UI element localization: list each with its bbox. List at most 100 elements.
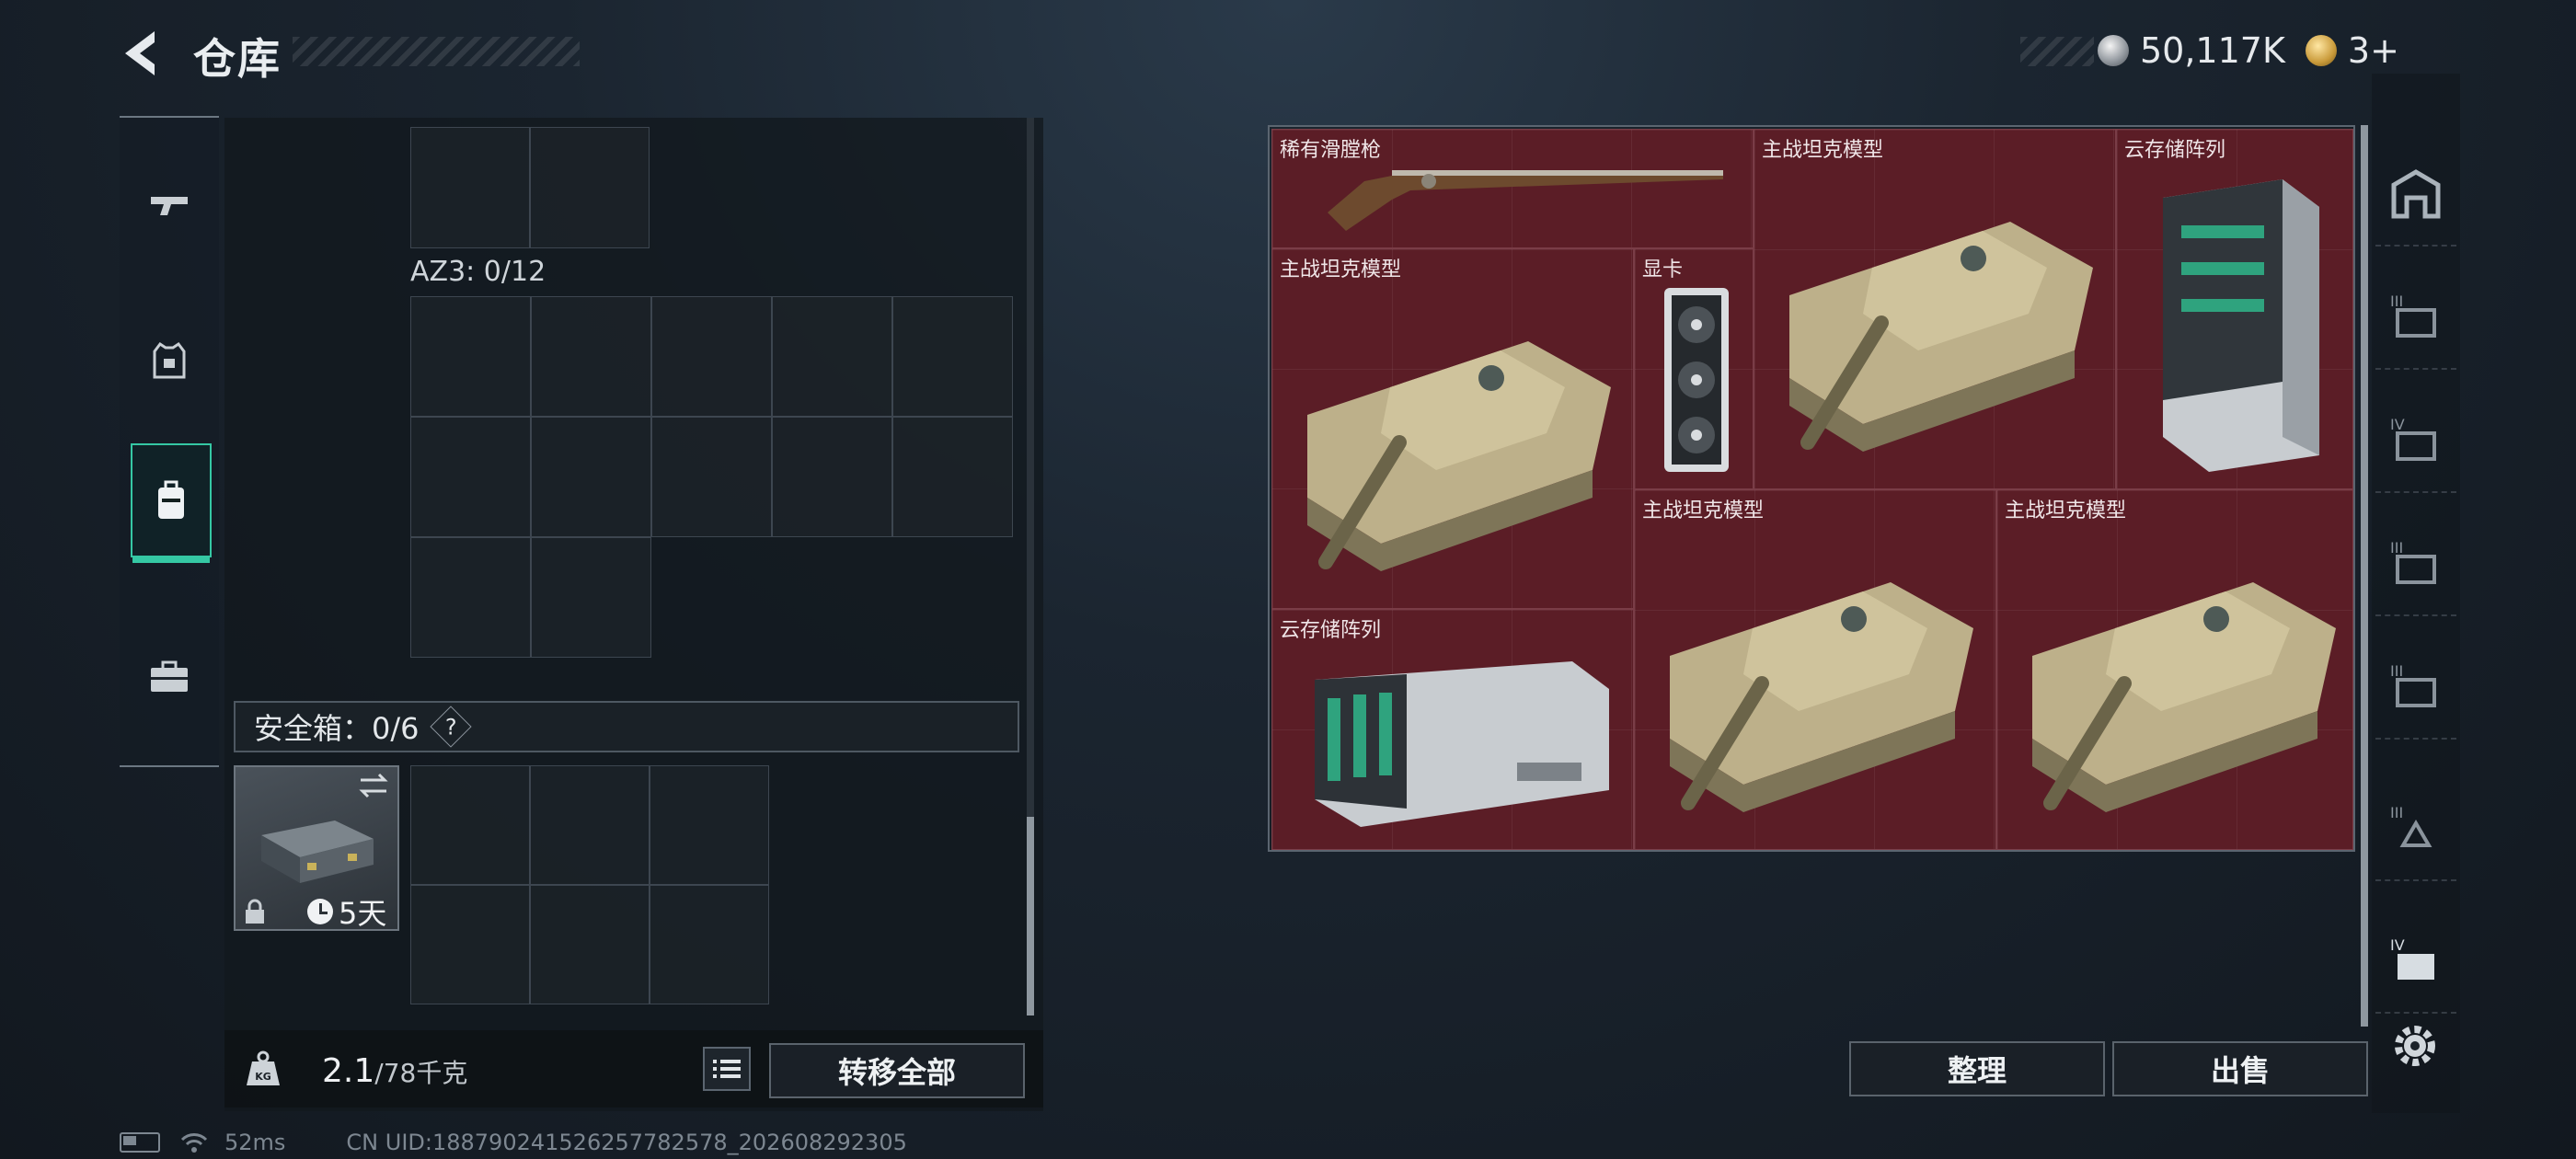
tab-backpack[interactable] (131, 443, 212, 557)
grid-cell[interactable] (772, 417, 892, 537)
tab-weapons[interactable] (131, 149, 208, 259)
stash-tab-home[interactable] (2375, 143, 2456, 247)
stash-item[interactable]: 云存储阵列 (2116, 129, 2353, 489)
grid-cell[interactable] (531, 537, 651, 658)
svg-text:III: III (2390, 539, 2403, 557)
storage-array-icon (2163, 179, 2319, 472)
item-label: 显卡 (1642, 258, 1684, 281)
stash-item[interactable]: 主战坦克模型 (1271, 248, 1634, 609)
safe-box-label: 安全箱：0/6 (254, 711, 420, 746)
stash-tab-container-iv[interactable]: IV (2375, 911, 2456, 1014)
weight-icon: KG (247, 1050, 280, 1085)
back-button[interactable] (118, 28, 164, 79)
grid-cell[interactable] (772, 296, 892, 417)
az3-grid-bottom (410, 537, 651, 658)
lock-icon (246, 899, 264, 924)
grid-cell[interactable] (410, 296, 531, 417)
gold-coin-icon (2305, 35, 2337, 66)
weight-capacity: /78千克 (374, 1058, 468, 1088)
item-label: 云存储阵列 (2124, 139, 2226, 162)
safe-box-header: 安全箱：0/6 ? (234, 701, 1019, 752)
grid-cell[interactable] (892, 296, 1013, 417)
container-grid-top (410, 127, 650, 248)
stash-tab-container-iii[interactable]: III (2375, 513, 2456, 616)
grid-cell[interactable] (410, 885, 530, 1004)
graphics-card-icon (1664, 288, 1729, 472)
container-iii-icon: III (2390, 539, 2436, 584)
grid-cell[interactable] (651, 417, 772, 537)
musket-icon (1328, 170, 1723, 231)
stash-tab-container-iv[interactable]: IV (2375, 390, 2456, 493)
backpack-icon (158, 480, 184, 519)
grid-cell[interactable] (531, 296, 651, 417)
gear-icon[interactable] (2390, 1021, 2440, 1071)
stash-item[interactable]: 稀有滑膛枪 (1271, 129, 1754, 248)
battery-icon (120, 1132, 160, 1153)
stash-item[interactable]: 主战坦克模型 (1996, 489, 2353, 850)
weight-readout: 2.1/78千克 (322, 1052, 467, 1090)
grid-cell[interactable] (650, 765, 769, 885)
stash-tab-container-iii[interactable]: III (2375, 267, 2456, 370)
tank-icon (2032, 582, 2336, 812)
help-button[interactable]: ? (429, 706, 472, 748)
page-title: 仓库 (193, 34, 282, 84)
svg-text:III: III (2390, 662, 2403, 680)
az3-grid (410, 296, 1013, 537)
grid-cell[interactable] (651, 296, 772, 417)
stash-grid: 稀有滑膛枪 主战坦克模型 云存储阵列 主战坦克模型 显卡 云存储阵列 主战坦克模… (1268, 125, 2355, 852)
status-bar: 52ms CN UID:188790241526257782578_202608… (120, 1130, 907, 1155)
svg-text:IV: IV (2390, 416, 2405, 433)
currency-display: 50,117K 3+ (2098, 29, 2399, 72)
item-label: 主战坦克模型 (1762, 139, 1884, 162)
gold-amount: 3+ (2347, 30, 2399, 71)
svg-text:III: III (2390, 293, 2403, 310)
left-scroll-thumb[interactable] (1027, 817, 1034, 1016)
tank-icon (1670, 582, 1973, 812)
stash-item[interactable]: 云存储阵列 (1271, 609, 1634, 850)
svg-text:KG: KG (255, 1071, 271, 1083)
stash-item[interactable]: 显卡 (1634, 248, 1754, 489)
stash-tab-container-iii[interactable]: III (2375, 778, 2456, 881)
stash-item[interactable]: 主战坦克模型 (1754, 129, 2116, 489)
home-icon (2391, 169, 2441, 219)
container-iii-icon: III (2390, 662, 2436, 707)
grid-cell[interactable] (530, 765, 650, 885)
sort-button[interactable]: 整理 (1849, 1041, 2105, 1096)
stash-item[interactable]: 主战坦克模型 (1634, 489, 1996, 850)
uid-readout: CN UID:188790241526257782578_20260829230… (346, 1130, 907, 1155)
tab-armor[interactable] (131, 305, 208, 416)
vest-icon (153, 341, 186, 379)
expiry-timer: 5天 (307, 890, 386, 933)
list-icon (713, 1060, 741, 1078)
grid-cell[interactable] (892, 417, 1013, 537)
tab-toolbox[interactable] (131, 622, 208, 732)
item-label: 主战坦克模型 (1280, 258, 1402, 281)
stash-scroll-thumb[interactable] (2361, 125, 2368, 1027)
grid-cell[interactable] (530, 885, 650, 1004)
tank-icon (1307, 341, 1611, 571)
grid-cell[interactable] (410, 537, 531, 658)
grid-cell[interactable] (410, 765, 530, 885)
list-view-button[interactable] (703, 1047, 751, 1091)
svg-text:III: III (2390, 804, 2403, 821)
grid-cell[interactable] (410, 127, 530, 248)
silver-coin-icon (2098, 35, 2129, 66)
sell-button[interactable]: 出售 (2112, 1041, 2368, 1096)
grid-cell[interactable] (530, 127, 650, 248)
container-iv-icon: IV (2390, 416, 2436, 461)
wifi-icon (180, 1133, 208, 1153)
grid-cell[interactable] (410, 417, 531, 537)
weight-current: 2.1 (322, 1052, 375, 1090)
container-iv-icon: IV (2390, 936, 2434, 980)
swap-icon[interactable] (357, 773, 390, 798)
stash-tab-container-iii[interactable]: III (2375, 637, 2456, 740)
container-iii-icon: III (2390, 293, 2436, 338)
storage-array-icon (1315, 661, 1609, 827)
grid-cell[interactable] (531, 417, 651, 537)
ping-readout: 52ms (224, 1130, 286, 1155)
transfer-all-button[interactable]: 转移全部 (769, 1043, 1025, 1098)
toolbox-icon (151, 660, 188, 692)
currency-decoration (2020, 37, 2094, 66)
grid-cell[interactable] (650, 885, 769, 1004)
svg-text:IV: IV (2390, 936, 2405, 954)
